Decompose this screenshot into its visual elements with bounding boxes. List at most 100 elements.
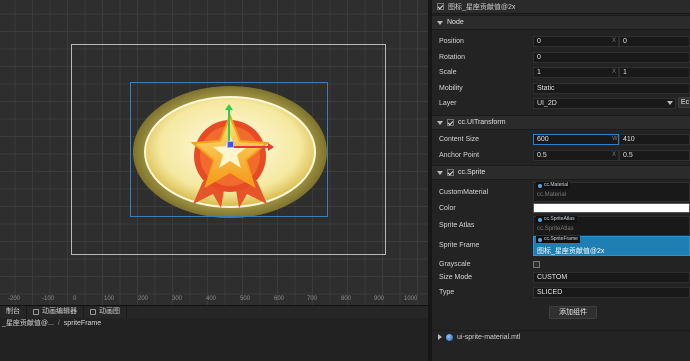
- chevron-down-icon: [437, 20, 443, 25]
- asset-type-tag: cc.SpriteAtlas: [536, 216, 577, 223]
- scale-y-field[interactable]: 1: [619, 66, 690, 78]
- bottom-tabbar: 制台 动画编辑器 动画图: [0, 306, 428, 318]
- grayscale-checkbox[interactable]: [533, 260, 540, 268]
- anchor-point-row: Anchor Point 0.5 X 0.5: [432, 149, 690, 161]
- rotation-field[interactable]: 0: [533, 51, 690, 63]
- ruler-tick: 500: [240, 296, 251, 302]
- section-node[interactable]: Node: [432, 15, 690, 30]
- type-label: Type: [439, 288, 455, 296]
- move-gizmo-x-axis[interactable]: [229, 146, 269, 148]
- asset-value: 图标_星座贡献值@2x: [537, 248, 605, 255]
- type-select[interactable]: SLICED: [533, 286, 690, 298]
- animation-track-row[interactable]: _星座贡献值@... / spriteFrame: [0, 318, 428, 330]
- tab-animation-editor[interactable]: 动画编辑器: [27, 306, 84, 318]
- chevron-down-icon: [667, 101, 673, 105]
- position-row: Position 0 X 0: [432, 35, 690, 47]
- material-file-name: ui-sprite-material.mtl: [457, 333, 521, 341]
- selection-bounds: [130, 82, 328, 217]
- node-header: 图标_星座贡献值@2x: [432, 0, 690, 14]
- layer-label: Layer: [439, 99, 457, 107]
- scale-row: Scale 1 X 1: [432, 66, 690, 78]
- content-size-width-field[interactable]: 600: [533, 133, 619, 145]
- section-sprite[interactable]: cc.Sprite: [432, 165, 690, 180]
- sprite-atlas-field[interactable]: cc.SpriteAtlas cc.SpriteAtlas: [533, 216, 690, 236]
- add-component-button[interactable]: 添加组件: [549, 306, 597, 319]
- anchor-x-field[interactable]: 0.5: [533, 149, 619, 161]
- ruler-tick: 300: [172, 296, 183, 302]
- component-enabled-checkbox[interactable]: [447, 119, 454, 126]
- size-mode-label: Size Mode: [439, 273, 473, 281]
- ruler-tick: 800: [341, 296, 352, 302]
- animation-editor-icon: [33, 309, 39, 315]
- section-title: Node: [447, 19, 464, 26]
- type-row: Type SLICED: [432, 286, 690, 298]
- size-mode-row: Size Mode CUSTOM: [432, 271, 690, 283]
- x-axis-label: X: [612, 69, 617, 75]
- x-axis-label: X: [612, 38, 617, 44]
- position-x-field[interactable]: 0: [533, 35, 619, 47]
- content-size-row: Content Size 600 W 410: [432, 133, 690, 145]
- mobility-row: Mobility Static: [432, 82, 690, 94]
- chevron-down-icon: [437, 120, 443, 125]
- color-swatch[interactable]: [533, 203, 690, 213]
- chevron-right-icon: [438, 334, 442, 340]
- position-y-field[interactable]: 0: [619, 35, 690, 47]
- layer-edit-button[interactable]: Ec: [678, 97, 690, 108]
- color-row: Color: [432, 202, 690, 214]
- content-size-height-field[interactable]: 410: [619, 133, 690, 145]
- asset-type-tag: cc.Material: [536, 182, 571, 189]
- scale-label: Scale: [439, 68, 457, 76]
- ruler-tick: 900: [374, 296, 385, 302]
- ruler-tick: 600: [274, 296, 285, 302]
- ruler-tick: 400: [206, 296, 217, 302]
- rotation-label: Rotation: [439, 53, 466, 61]
- animation-graph-icon: [90, 309, 96, 315]
- ruler-tick: 100: [104, 296, 115, 302]
- rotation-row: Rotation 0: [432, 51, 690, 63]
- node-active-checkbox[interactable]: [437, 3, 444, 10]
- tab-label: 制台: [6, 308, 20, 315]
- anchor-point-label: Anchor Point: [439, 151, 480, 159]
- material-icon: [446, 333, 453, 341]
- ruler-tick: 0: [73, 296, 77, 302]
- grayscale-row: Grayscale: [432, 258, 690, 270]
- move-gizmo-x-arrow-icon[interactable]: [268, 143, 274, 151]
- mobility-select[interactable]: Static: [533, 82, 690, 94]
- w-axis-label: W: [612, 136, 618, 142]
- size-mode-select[interactable]: CUSTOM: [533, 271, 690, 283]
- sprite-atlas-row: Sprite Atlas cc.SpriteAtlas cc.SpriteAtl…: [432, 216, 690, 236]
- section-title: cc.Sprite: [458, 169, 486, 176]
- move-gizmo-center-handle[interactable]: [227, 141, 234, 148]
- section-uitransform[interactable]: cc.UITransform: [432, 115, 690, 130]
- asset-type-icon: [538, 217, 542, 222]
- scene-viewport[interactable]: -200 -100 0 100 200 300 400 500 600 700 …: [0, 0, 428, 305]
- grayscale-label: Grayscale: [439, 260, 471, 268]
- section-title: cc.UITransform: [458, 119, 506, 126]
- asset-type-icon: [538, 183, 542, 188]
- tab-animation-graph[interactable]: 动画图: [84, 306, 127, 318]
- custom-material-field[interactable]: cc.Material cc.Material: [533, 182, 690, 202]
- component-enabled-checkbox[interactable]: [447, 169, 454, 176]
- node-name[interactable]: 图标_星座贡献值@2x: [448, 2, 515, 12]
- bottom-panel: 制台 动画编辑器 动画图 _星座贡献值@... / spriteFrame: [0, 305, 428, 361]
- sprite-frame-row: Sprite Frame cc.SpriteFrame 图标_星座贡献值@2x: [432, 236, 690, 256]
- position-label: Position: [439, 37, 464, 45]
- anchor-y-field[interactable]: 0.5: [619, 149, 690, 161]
- ruler-tick: -200: [8, 296, 21, 302]
- track-node-label: _星座贡献值@...: [2, 320, 54, 327]
- ruler-tick: 200: [138, 296, 149, 302]
- x-axis-label: X: [612, 152, 617, 158]
- ruler-tick: 700: [307, 296, 318, 302]
- scale-x-field[interactable]: 1: [533, 66, 619, 78]
- sprite-frame-field[interactable]: cc.SpriteFrame 图标_星座贡献值@2x: [533, 236, 690, 256]
- sprite-atlas-label: Sprite Atlas: [439, 222, 475, 229]
- tab-console[interactable]: 制台: [0, 306, 27, 318]
- move-gizmo-y-arrow-icon[interactable]: [225, 104, 233, 110]
- tab-label: 动画编辑器: [42, 308, 77, 315]
- track-property-label: spriteFrame: [63, 320, 102, 327]
- material-file-row[interactable]: ui-sprite-material.mtl: [432, 330, 690, 343]
- asset-type-label: cc.SpriteAtlas: [544, 216, 575, 222]
- color-label: Color: [439, 204, 456, 212]
- layer-select[interactable]: UI_2D: [533, 97, 676, 109]
- custom-material-label: CustomMaterial: [439, 188, 489, 196]
